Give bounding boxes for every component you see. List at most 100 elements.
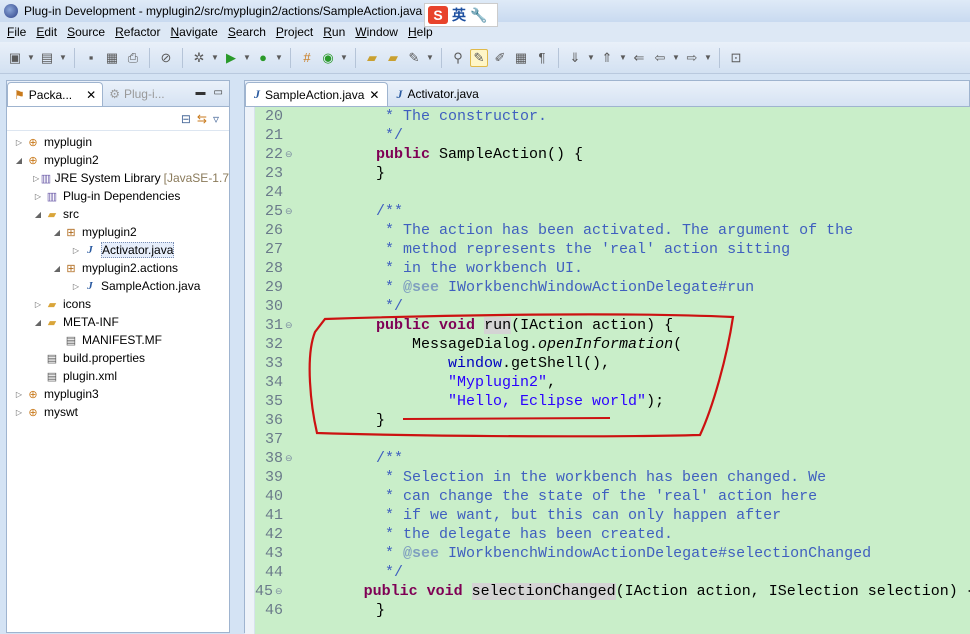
maximize-icon[interactable]: ▭: [214, 87, 223, 98]
toggle-block-selection-icon[interactable]: ✐: [491, 49, 509, 67]
code-line[interactable]: 45 ⊖ public void selectionChanged(IAction…: [255, 582, 970, 601]
view-menu-icon[interactable]: ▿: [213, 112, 219, 126]
new-dropdown-icon[interactable]: ▼: [27, 49, 35, 67]
new-wizard-icon[interactable]: ▤: [38, 49, 56, 67]
code-line[interactable]: 34 "Myplugin2",: [255, 373, 970, 392]
code-line[interactable]: 44 */: [255, 563, 970, 582]
expand-twisty-icon[interactable]: ◢: [13, 156, 25, 165]
close-icon[interactable]: ✕: [86, 88, 96, 102]
menu-navigate[interactable]: Navigate: [165, 25, 222, 39]
skip-breakpoints-icon[interactable]: ⊘: [157, 49, 175, 67]
tree-item[interactable]: ◢ ⊞ myplugin2.actions: [7, 259, 229, 277]
code-line[interactable]: 21 */: [255, 126, 970, 145]
fold-toggle-icon[interactable]: ⊖: [285, 321, 295, 331]
debug-dropdown-icon[interactable]: ▼: [211, 49, 219, 67]
tab-plugins[interactable]: ⚙ Plug-i...: [103, 82, 170, 106]
external-tools-icon[interactable]: ●: [254, 49, 272, 67]
next-edit-dropdown-icon[interactable]: ▼: [587, 49, 595, 67]
menu-search[interactable]: Search: [223, 25, 271, 39]
tree-item[interactable]: ▤ MANIFEST.MF: [7, 331, 229, 349]
expand-twisty-icon[interactable]: ▷: [32, 300, 44, 309]
code-line[interactable]: 43 * @see IWorkbenchWindowActionDelegate…: [255, 544, 970, 563]
search-dropdown-icon[interactable]: ▼: [426, 49, 434, 67]
wrench-icon[interactable]: 🔧: [470, 7, 487, 24]
tree-item[interactable]: ▷ ⊕ myplugin3: [7, 385, 229, 403]
tree-item[interactable]: ▤ plugin.xml: [7, 367, 229, 385]
open-type-icon[interactable]: ▰: [363, 49, 381, 67]
external-tools-dropdown-icon[interactable]: ▼: [275, 49, 283, 67]
expand-twisty-icon[interactable]: ▷: [13, 138, 25, 147]
tree-item[interactable]: ◢ ⊕ myplugin2: [7, 151, 229, 169]
new-icon[interactable]: ▣: [6, 49, 24, 67]
menu-project[interactable]: Project: [271, 25, 318, 39]
tree-item[interactable]: ▷ J SampleAction.java: [7, 277, 229, 295]
forward-icon[interactable]: ⇨: [683, 49, 701, 67]
tree-item[interactable]: ◢ ▰ src: [7, 205, 229, 223]
code-line[interactable]: 42 * the delegate has been created.: [255, 525, 970, 544]
debug-icon[interactable]: ✲: [190, 49, 208, 67]
expand-twisty-icon[interactable]: ◢: [32, 210, 44, 219]
previous-edit-icon[interactable]: ⇑: [598, 49, 616, 67]
show-whitespace-icon[interactable]: ▦: [512, 49, 530, 67]
code-line[interactable]: 41 * if we want, but this can only happe…: [255, 506, 970, 525]
show-paragraph-icon[interactable]: ¶: [533, 49, 551, 67]
annotation-ruler[interactable]: [245, 107, 255, 634]
code-line[interactable]: 37: [255, 430, 970, 449]
tree-item[interactable]: ◢ ▰ META-INF: [7, 313, 229, 331]
code-line[interactable]: 27 * method represents the 'real' action…: [255, 240, 970, 259]
search-icon[interactable]: ✎: [405, 49, 423, 67]
fold-toggle-icon[interactable]: ⊖: [275, 587, 283, 597]
expand-twisty-icon[interactable]: ◢: [51, 264, 63, 273]
collapse-all-icon[interactable]: ⊟: [181, 112, 191, 126]
code-line[interactable]: 31 ⊖ public void run(IAction action) {: [255, 316, 970, 335]
code-line[interactable]: 26 * The action has been activated. The …: [255, 221, 970, 240]
code-line[interactable]: 33 window.getShell(),: [255, 354, 970, 373]
last-edit-location-icon[interactable]: ⇐: [630, 49, 648, 67]
menu-window[interactable]: Window: [350, 25, 403, 39]
tree-item[interactable]: ▷ ▥ JRE System Library [JavaSE-1.7: [7, 169, 229, 187]
new-java-class-icon[interactable]: ◉: [319, 49, 337, 67]
code-line[interactable]: 36 }: [255, 411, 970, 430]
fold-toggle-icon[interactable]: ⊖: [285, 150, 295, 160]
menu-edit[interactable]: Edit: [31, 25, 62, 39]
code-line[interactable]: 35 "Hello, Eclipse world");: [255, 392, 970, 411]
link-with-editor-icon[interactable]: ⇆: [197, 112, 207, 126]
class-dropdown-icon[interactable]: ▼: [340, 49, 348, 67]
code-line[interactable]: 40 * can change the state of the 'real' …: [255, 487, 970, 506]
fold-toggle-icon[interactable]: ⊖: [285, 454, 295, 464]
menu-help[interactable]: Help: [403, 25, 438, 39]
ime-toolbar[interactable]: S 英 🔧: [424, 3, 498, 27]
save-icon[interactable]: ▪: [82, 49, 100, 67]
tree-item[interactable]: ▷ ⊕ myswt: [7, 403, 229, 421]
run-icon[interactable]: ▶: [222, 49, 240, 67]
tab-sampleaction-java[interactable]: J SampleAction.java ✕: [245, 82, 389, 106]
wizard-dropdown-icon[interactable]: ▼: [59, 49, 67, 67]
code-line[interactable]: 32 MessageDialog.openInformation(: [255, 335, 970, 354]
tree-item[interactable]: ▷ ⊕ myplugin: [7, 133, 229, 151]
next-edit-icon[interactable]: ⇓: [566, 49, 584, 67]
save-all-icon[interactable]: ▦: [103, 49, 121, 67]
tree-item[interactable]: ▷ ▰ icons: [7, 295, 229, 313]
new-java-package-icon[interactable]: #: [298, 49, 316, 67]
sogou-icon[interactable]: S: [428, 6, 448, 24]
code-line[interactable]: 25 ⊖ /**: [255, 202, 970, 221]
tab-activator-java[interactable]: J Activator.java: [388, 82, 486, 106]
code-line[interactable]: 38 ⊖ /**: [255, 449, 970, 468]
tree-item[interactable]: ◢ ⊞ myplugin2: [7, 223, 229, 241]
tree-item[interactable]: ▷ ▥ Plug-in Dependencies: [7, 187, 229, 205]
code-line[interactable]: 39 * Selection in the workbench has been…: [255, 468, 970, 487]
minimize-icon[interactable]: ▬: [196, 87, 206, 98]
menu-source[interactable]: Source: [62, 25, 110, 39]
previous-edit-dropdown-icon[interactable]: ▼: [619, 49, 627, 67]
expand-twisty-icon[interactable]: ▷: [32, 174, 40, 183]
tree-item[interactable]: ▷ J Activator.java: [7, 241, 229, 259]
expand-twisty-icon[interactable]: ◢: [51, 228, 63, 237]
ime-language[interactable]: 英: [452, 5, 466, 25]
fold-toggle-icon[interactable]: ⊖: [285, 207, 295, 217]
expand-twisty-icon[interactable]: ▷: [32, 192, 44, 201]
expand-twisty-icon[interactable]: ▷: [70, 246, 82, 255]
menu-file[interactable]: File: [2, 25, 31, 39]
expand-twisty-icon[interactable]: ▷: [13, 390, 25, 399]
back-dropdown-icon[interactable]: ▼: [672, 49, 680, 67]
mark-occurrences-icon[interactable]: ✎: [470, 48, 488, 67]
